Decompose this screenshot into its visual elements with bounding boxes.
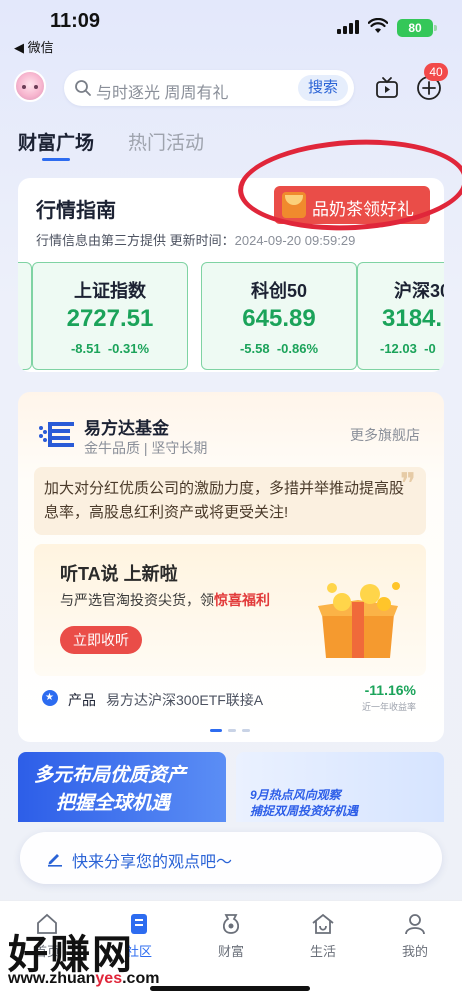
index-name: 沪深30 bbox=[394, 281, 444, 301]
listen-banner[interactable]: 听TA说 上新啦 与严选官淘投资尖货，领惊喜福利 立即收听 bbox=[34, 544, 426, 676]
banner-highlight: 惊喜福利 bbox=[214, 592, 270, 608]
index-change: -8.51 -0.31% bbox=[33, 341, 187, 356]
product-return-label: 近一年收益率 bbox=[361, 702, 416, 712]
nav-life[interactable]: 生活 bbox=[288, 907, 358, 963]
gift-box-icon bbox=[318, 582, 400, 658]
index-change-amount: -8.51 bbox=[70, 341, 101, 356]
fund-tagline: 金牛品质 | 坚守长期 bbox=[84, 440, 208, 456]
nav-profile[interactable]: 我的 bbox=[380, 907, 450, 963]
more-flagship-link[interactable]: 更多旗舰店 bbox=[350, 425, 420, 445]
life-icon bbox=[312, 913, 334, 934]
nav-label: 生活 bbox=[309, 944, 336, 959]
index-card[interactable]: 沪深30 3184. -12.03 -0 bbox=[357, 262, 444, 370]
index-value: 645.89 bbox=[242, 305, 316, 332]
index-change: -12.03 -0 bbox=[358, 341, 444, 356]
promo-right-line2: 捕捉双周投资好机遇 bbox=[250, 804, 359, 818]
star-icon bbox=[42, 690, 58, 706]
index-value: 2727.51 bbox=[66, 305, 154, 332]
home-indicator bbox=[150, 986, 310, 991]
market-title: 行情指南 bbox=[36, 200, 116, 222]
share-prompt: 快来分享您的观点吧～ bbox=[72, 854, 233, 871]
nav-label: 我的 bbox=[401, 944, 428, 959]
notification-badge: 40 bbox=[424, 63, 448, 81]
promo-left-line2: 把握全球机遇 bbox=[56, 793, 171, 814]
index-name: 上证指数 bbox=[74, 281, 146, 301]
product-return: -11.16% bbox=[364, 682, 416, 698]
index-change-percent: -0.31% bbox=[107, 341, 150, 356]
tab-wealth-plaza[interactable]: 财富广场 bbox=[18, 128, 94, 155]
watermark-url: www.zhuanyes.com bbox=[8, 970, 160, 987]
index-change: -5.58 -0.86% bbox=[202, 341, 356, 356]
status-time: 11:09 bbox=[50, 10, 101, 32]
wifi-icon bbox=[368, 18, 388, 33]
fund-flagship-card: 易方达基金 金牛品质 | 坚守长期 更多旗舰店 ❞ 加大对分红优质公司的激励力度… bbox=[18, 392, 444, 742]
fund-name: 易方达基金 bbox=[84, 419, 169, 438]
fund-logo-icon bbox=[39, 422, 74, 447]
signal-icon bbox=[337, 20, 359, 34]
pencil-icon bbox=[48, 854, 62, 867]
index-card[interactable]: 上证指数 2727.51 -8.51 -0.31% bbox=[32, 262, 188, 370]
banner-subtitle: 与严选官淘投资尖货，领惊喜福利 bbox=[60, 592, 270, 608]
wealth-icon bbox=[222, 914, 240, 934]
product-label: 产品 bbox=[68, 692, 96, 708]
index-card[interactable]: 科创50 645.89 -5.58 -0.86% bbox=[201, 262, 357, 370]
market-data-note: 行情信息由第三方提供 更新时间：2024-09-20 09:59:29 bbox=[36, 230, 355, 249]
promo-left-line1: 多元布局优质资产 bbox=[34, 765, 187, 786]
site-watermark: 好赚网 www.zhuanyes.com bbox=[8, 922, 208, 994]
promo-right-line1: 9月热点风向观察 bbox=[250, 788, 341, 802]
listen-now-button[interactable]: 立即收听 bbox=[60, 626, 142, 654]
tab-hot-events[interactable]: 热门活动 bbox=[128, 128, 204, 155]
search-icon bbox=[75, 80, 91, 96]
search-placeholder: 与时逐光 周周有礼 bbox=[96, 85, 229, 102]
market-note-text: 行情信息由第三方提供 更新时间： bbox=[36, 233, 235, 248]
index-change-percent: -0 bbox=[424, 341, 436, 356]
index-name: 科创50 bbox=[250, 281, 308, 301]
battery-indicator: 80 bbox=[397, 19, 437, 37]
market-update-time: 2024-09-20 09:59:29 bbox=[234, 233, 356, 248]
index-row: 上证指数 2727.51 -8.51 -0.31% 科创50 645.89 -5… bbox=[18, 262, 444, 370]
active-tab-indicator bbox=[42, 158, 70, 161]
tv-icon[interactable] bbox=[375, 76, 399, 100]
index-change-percent: -0.86% bbox=[276, 341, 319, 356]
global-assets-promo[interactable]: 多元布局优质资产 把握全球机遇 bbox=[18, 752, 226, 822]
quote-text: 加大对分红优质公司的激励力度，多措并举推动提高股息率，高股息红利资产或将更受关注… bbox=[44, 480, 405, 521]
carousel-dots bbox=[210, 729, 254, 733]
profile-icon bbox=[405, 914, 425, 935]
product-name: 易方达沪深300ETF联接A bbox=[106, 692, 264, 708]
index-value: 3184. bbox=[382, 305, 443, 332]
fund-quote[interactable]: ❞ 加大对分红优质公司的激励力度，多措并举推动提高股息率，高股息红利资产或将更受… bbox=[34, 467, 426, 535]
search-input[interactable]: 与时逐光 周周有礼 搜索 bbox=[64, 70, 354, 106]
september-hotspot-promo[interactable]: 9月热点风向观察 捕捉双周投资好机遇 bbox=[236, 752, 444, 822]
index-change-amount: -5.58 bbox=[239, 341, 270, 356]
search-button[interactable]: 搜索 bbox=[298, 75, 348, 101]
index-card-partial[interactable] bbox=[18, 262, 32, 370]
back-to-app-link[interactable]: ◀ 微信 bbox=[14, 37, 54, 56]
avatar[interactable] bbox=[14, 70, 46, 102]
share-opinion-bar[interactable]: 快来分享您的观点吧～ bbox=[20, 832, 442, 884]
index-change-amount: -12.03 bbox=[380, 341, 417, 356]
product-row[interactable]: 产品 易方达沪深300ETF联接A -11.16% 近一年收益率 bbox=[34, 682, 426, 716]
banner-title: 听TA说 上新啦 bbox=[60, 564, 178, 584]
status-bar: 11:09 ◀ 微信 80 bbox=[0, 0, 462, 58]
